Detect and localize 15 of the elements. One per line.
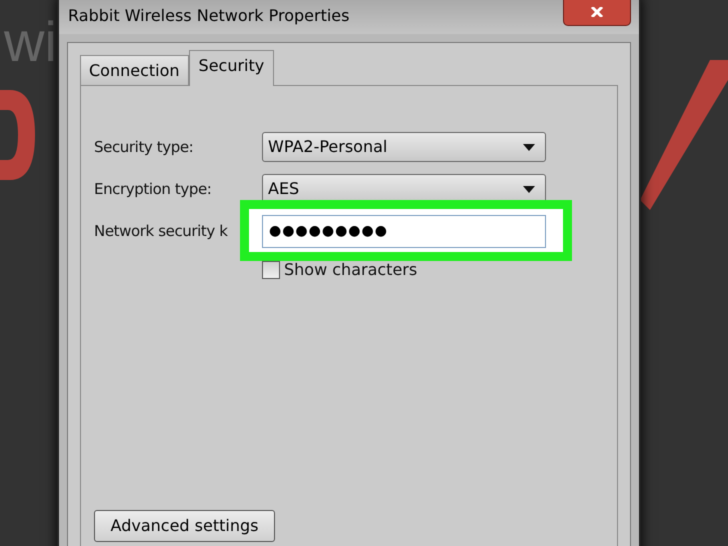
caret-icon	[523, 186, 535, 192]
tab[interactable]: Security	[188, 50, 274, 86]
checkbox[interactable]	[262, 261, 280, 279]
dropdown[interactable]: WPA2-Personal	[262, 132, 546, 162]
password-field[interactable]: ●●●●●●●●●	[262, 214, 546, 248]
tab[interactable]: Connection	[80, 55, 189, 85]
close-icon	[589, 7, 605, 17]
close-button[interactable]	[563, 0, 631, 26]
caret-icon	[523, 144, 535, 150]
checkbox-label: Show characters	[284, 259, 418, 281]
field-label: Network security k	[94, 220, 229, 242]
field-label: Encryption type:	[94, 178, 212, 200]
window-title: Rabbit Wireless Network Properties	[68, 5, 350, 27]
advanced-settings-button[interactable]: Advanced settings	[94, 510, 275, 542]
field-label: Security type:	[94, 136, 194, 158]
